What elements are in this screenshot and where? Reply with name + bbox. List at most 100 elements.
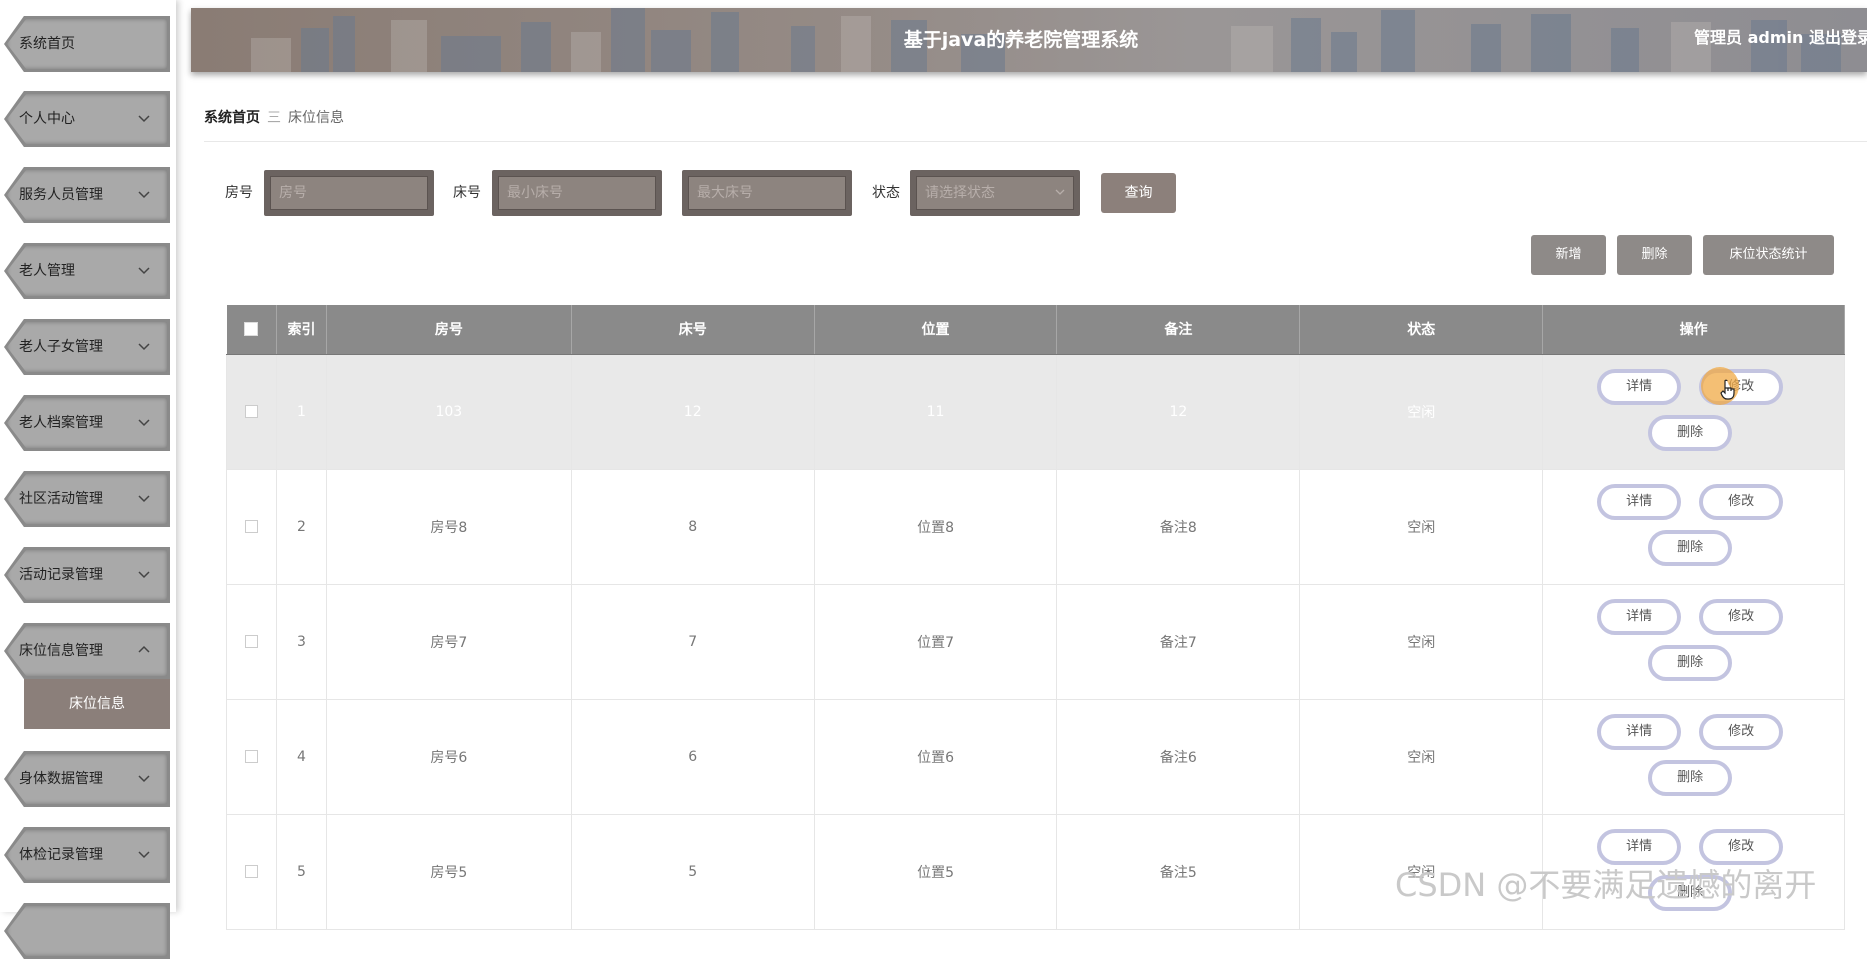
column-header: 索引	[276, 305, 327, 355]
detail-button[interactable]: 详情	[1597, 713, 1682, 750]
sidebar-item-more[interactable]	[4, 903, 170, 959]
row-checkbox[interactable]	[244, 635, 258, 648]
detail-button[interactable]: 详情	[1597, 598, 1682, 635]
note-cell: 12	[1056, 353, 1301, 470]
edit-button[interactable]: 修改	[1699, 483, 1784, 520]
bed-stats-button[interactable]: 床位状态统计	[1703, 235, 1834, 275]
delete-button[interactable]: 删除	[1617, 235, 1692, 275]
detail-button[interactable]: 详情	[1597, 483, 1682, 520]
column-header: 床号	[571, 305, 815, 355]
sidebar-item-body-data[interactable]: 身体数据管理	[4, 751, 170, 807]
sidebar-item-label: 服务人员管理	[19, 187, 103, 203]
bed-cell: 7	[570, 583, 815, 700]
header-banner: 基于java的养老院管理系统 管理员 admin 退出登录	[191, 8, 1867, 72]
hand-cursor-icon	[1720, 379, 1735, 400]
breadcrumb-current: 床位信息	[288, 110, 344, 126]
operations-cell: 详情 修改删除	[1542, 468, 1845, 585]
chevron-down-icon	[138, 191, 150, 199]
chevron-down-icon	[138, 343, 150, 351]
chevron-down-icon	[138, 419, 150, 427]
index-cell: 3	[275, 583, 327, 700]
sidebar-item-exam-records[interactable]: 体检记录管理	[4, 827, 170, 883]
watermark: CSDN @不要满足遗憾的离开	[1395, 866, 1817, 904]
edit-button[interactable]: 修改	[1699, 598, 1784, 635]
sidebar-item-elderly[interactable]: 老人管理	[4, 243, 170, 299]
edit-button[interactable]: 修改	[1699, 713, 1784, 750]
operations-cell: 详情 修改 删除	[1542, 353, 1845, 470]
bed-cell: 12	[570, 353, 815, 470]
sidebar-item-label: 老人子女管理	[19, 339, 103, 355]
chevron-up-icon	[138, 645, 150, 653]
table-row[interactable]: 3 房号7 7 位置7 备注7 空闲 详情 修改 删除	[226, 583, 1845, 700]
sidebar-item-label: 身体数据管理	[19, 771, 103, 787]
table-row[interactable]: 4 房号6 6 位置6 备注6 空闲 详情 修改 删除	[226, 698, 1845, 815]
row-checkbox-cell	[226, 353, 277, 470]
sidebar-item-archives[interactable]: 老人档案管理	[4, 395, 170, 451]
sidebar-item-children[interactable]: 老人子女管理	[4, 319, 170, 375]
column-header: 备注	[1056, 305, 1301, 355]
select-all-header	[226, 305, 277, 355]
sidebar-subitem-bed-info[interactable]: 床位信息	[24, 679, 170, 729]
bed-cell: 8	[570, 468, 815, 585]
logout-link[interactable]: 退出登录	[1809, 24, 1867, 48]
status-select[interactable]: 请选择状态	[916, 176, 1074, 210]
bed-max-input-wrap: 最大床号	[682, 170, 852, 216]
status-select-wrap: 请选择状态	[910, 170, 1080, 216]
row-delete-button[interactable]: 删除	[1648, 414, 1733, 451]
sidebar-item-label: 老人管理	[19, 263, 75, 279]
chevron-down-icon	[138, 851, 150, 859]
row-delete-button[interactable]: 删除	[1648, 529, 1733, 566]
breadcrumb-home[interactable]: 系统首页	[204, 110, 260, 126]
sidebar-item-label: 社区活动管理	[19, 491, 103, 507]
note-cell: 备注8	[1056, 468, 1301, 585]
sidebar-item-activity-records[interactable]: 活动记录管理	[4, 547, 170, 603]
user-label: 管理员 admin	[1694, 28, 1804, 47]
note-cell: 备注7	[1056, 583, 1301, 700]
bed-label: 床号	[453, 185, 481, 201]
room-cell: 房号7	[325, 583, 572, 700]
table-row[interactable]: 2 房号8 8 位置8 备注8 空闲 详情 修改 删除	[226, 468, 1845, 585]
detail-button[interactable]: 详情	[1597, 368, 1682, 405]
bed-min-input[interactable]: 最小床号	[498, 176, 656, 210]
table-header-row: 索引 房号 床号 位置 备注 状态 操作	[226, 305, 1845, 355]
column-header: 位置	[814, 305, 1058, 355]
sidebar-item-label: 体检记录管理	[19, 847, 103, 863]
sidebar-item-label: 个人中心	[19, 111, 75, 127]
column-header: 状态	[1299, 305, 1544, 355]
page-title: 基于java的养老院管理系统	[903, 29, 1139, 51]
row-checkbox[interactable]	[244, 750, 258, 763]
room-cell: 房号6	[325, 698, 572, 815]
select-all-checkbox[interactable]	[244, 322, 259, 337]
sidebar-item-label: 老人档案管理	[19, 415, 103, 431]
position-cell: 位置8	[813, 468, 1058, 585]
sidebar-item-bed-management[interactable]: 床位信息管理	[4, 623, 170, 679]
sidebar-item-home[interactable]: 系统首页	[4, 16, 170, 72]
position-cell: 位置7	[813, 583, 1058, 700]
row-delete-button[interactable]: 删除	[1648, 759, 1733, 796]
room-input[interactable]: 房号	[270, 176, 428, 210]
add-button[interactable]: 新增	[1531, 235, 1606, 275]
chevron-down-icon	[138, 775, 150, 783]
status-label: 状态	[872, 185, 900, 201]
bed-cell: 6	[570, 698, 815, 815]
operations-cell: 详情 修改删除	[1542, 698, 1845, 815]
row-checkbox[interactable]	[244, 405, 258, 418]
row-delete-button[interactable]: 删除	[1648, 644, 1733, 681]
bed-table: 索引 房号 床号 位置 备注 状态 操作 1 103 12 11 12 空闲 详情 修改 删除 2…	[226, 305, 1845, 930]
room-cell: 房号8	[325, 468, 572, 585]
bed-max-input[interactable]: 最大床号	[688, 176, 846, 210]
query-button[interactable]: 查询	[1101, 173, 1176, 213]
row-checkbox[interactable]	[244, 520, 258, 533]
row-checkbox-cell	[226, 698, 277, 815]
column-header: 房号	[326, 305, 572, 355]
sidebar-item-personal-center[interactable]: 个人中心	[4, 91, 170, 147]
sidebar-item-label: 床位信息管理	[19, 643, 103, 659]
sidebar-item-staff[interactable]: 服务人员管理	[4, 167, 170, 223]
row-checkbox[interactable]	[244, 865, 258, 878]
sidebar-item-activities[interactable]: 社区活动管理	[4, 471, 170, 527]
row-checkbox-cell	[226, 583, 277, 700]
table-row[interactable]: 1 103 12 11 12 空闲 详情 修改 删除	[226, 353, 1845, 470]
room-cell: 103	[325, 353, 572, 470]
index-cell: 2	[275, 468, 327, 585]
breadcrumb-separator: 三	[267, 110, 281, 126]
